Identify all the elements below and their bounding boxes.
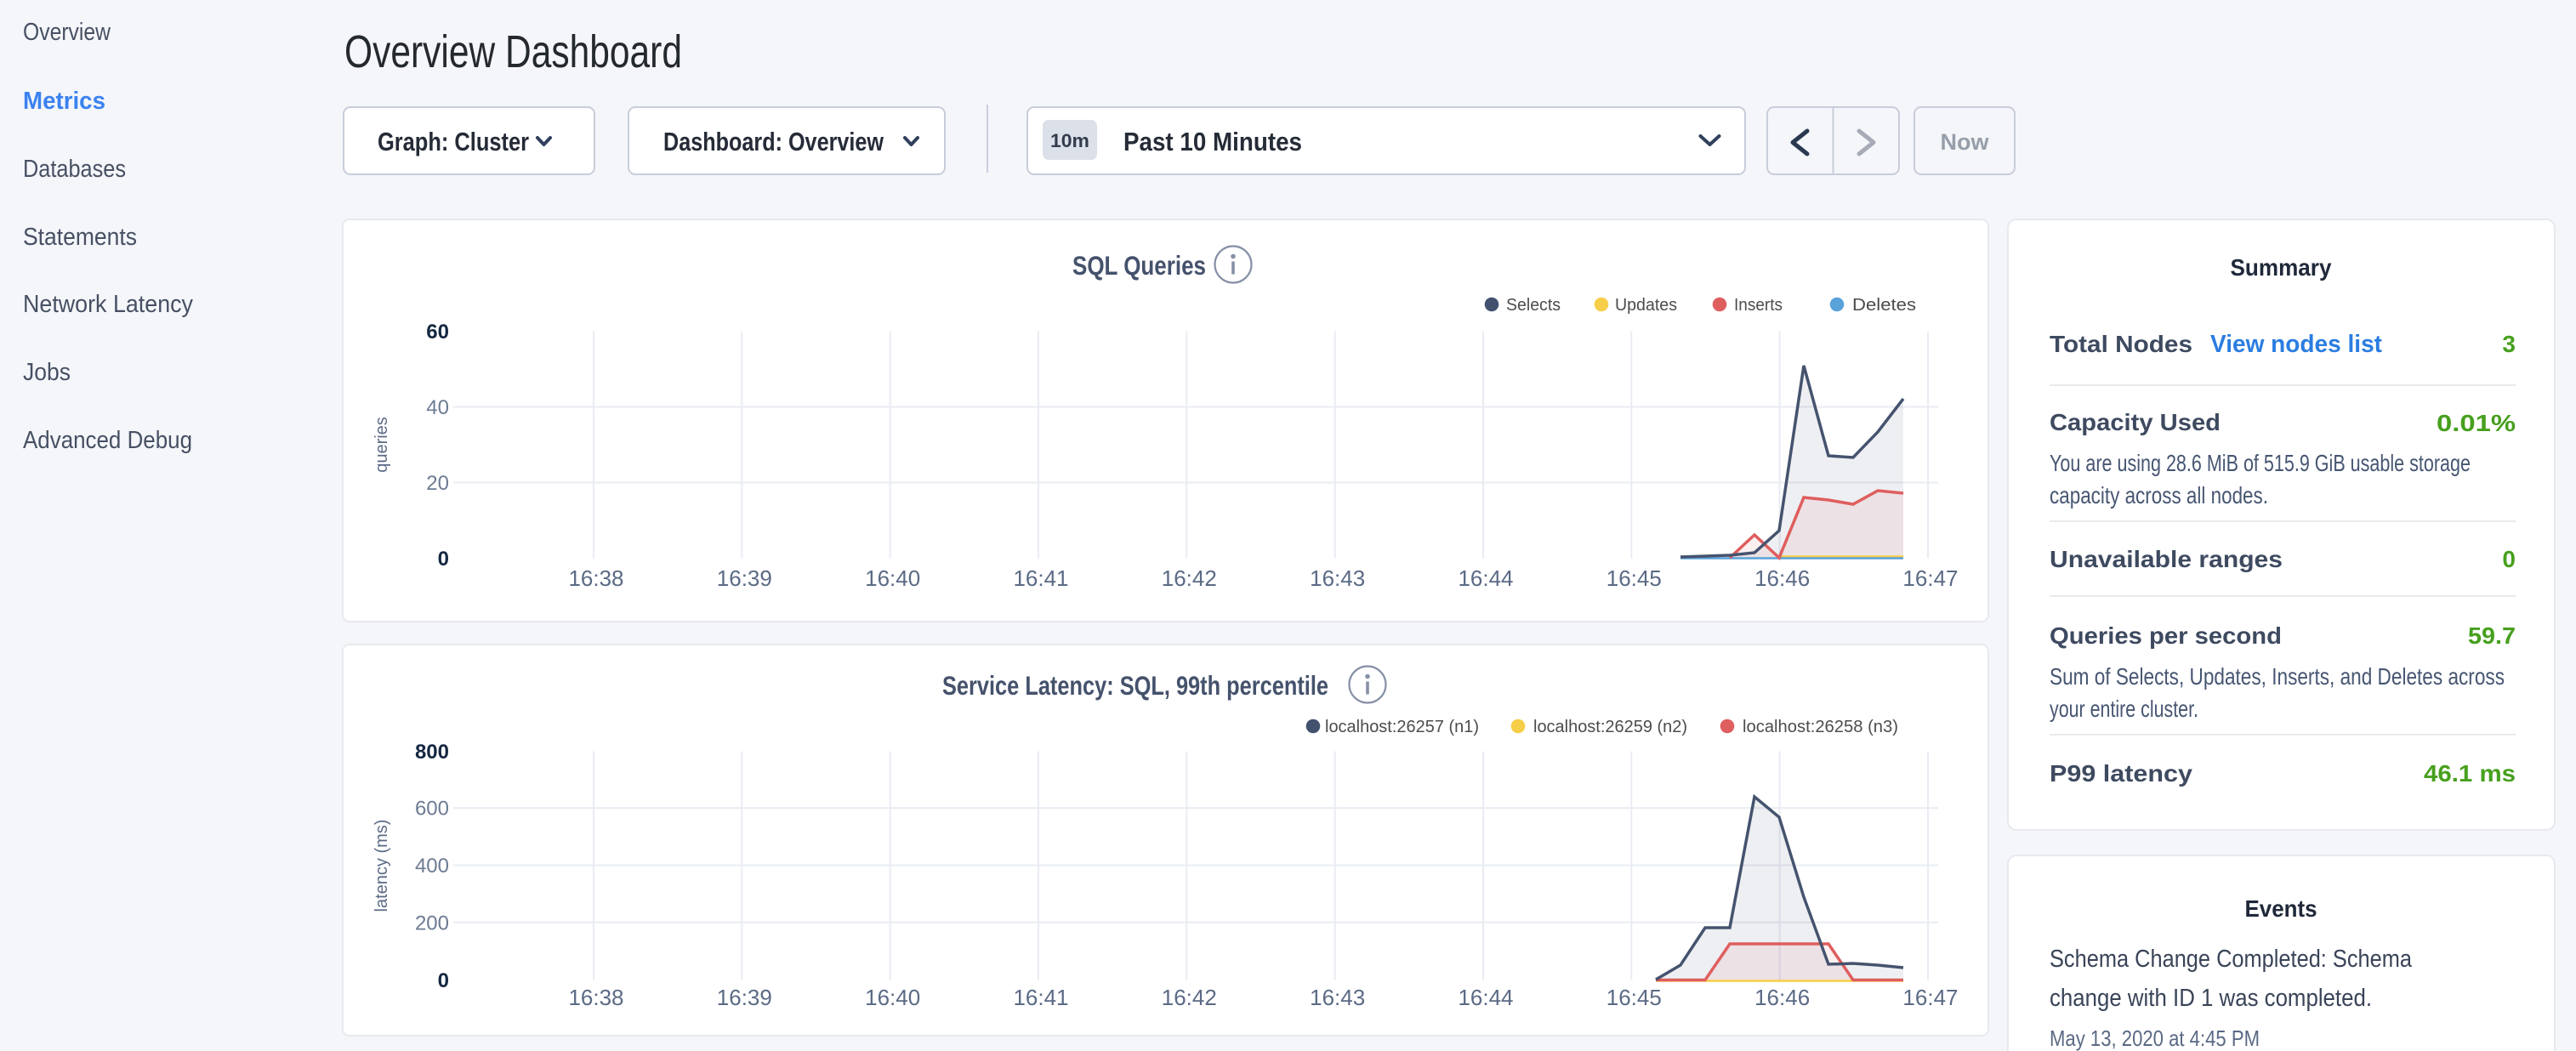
svg-text:16:45: 16:45: [1606, 565, 1662, 591]
svg-text:16:41: 16:41: [1013, 985, 1068, 1010]
svg-text:16:47: 16:47: [1902, 985, 1958, 1010]
svg-text:capacity across all nodes.: capacity across all nodes.: [2050, 482, 2268, 508]
svg-text:Deletes: Deletes: [1852, 296, 1916, 315]
svg-text:10m: 10m: [1050, 130, 1089, 151]
svg-text:16:46: 16:46: [1754, 565, 1810, 591]
svg-text:16:41: 16:41: [1013, 565, 1068, 591]
svg-text:SQL Queries: SQL Queries: [1072, 250, 1206, 281]
svg-text:16:43: 16:43: [1310, 565, 1365, 591]
svg-text:0: 0: [438, 548, 449, 571]
svg-text:Metrics: Metrics: [23, 88, 105, 115]
svg-text:16:44: 16:44: [1458, 565, 1513, 591]
svg-text:Selects: Selects: [1506, 296, 1561, 315]
svg-text:800: 800: [415, 741, 449, 764]
svg-text:Sum of Selects, Updates, Inser: Sum of Selects, Updates, Inserts, and De…: [2050, 663, 2505, 690]
svg-text:600: 600: [415, 798, 449, 821]
svg-text:0: 0: [2502, 546, 2516, 572]
svg-text:change with ID 1 was completed: change with ID 1 was completed.: [2050, 985, 2372, 1012]
svg-text:46.1 ms: 46.1 ms: [2424, 760, 2516, 787]
svg-text:Unavailable ranges: Unavailable ranges: [2050, 546, 2283, 572]
svg-text:Now: Now: [1941, 129, 1990, 155]
svg-text:0: 0: [438, 969, 449, 992]
svg-text:400: 400: [415, 855, 449, 878]
svg-text:Jobs: Jobs: [23, 359, 71, 386]
svg-text:16:42: 16:42: [1162, 565, 1217, 591]
svg-text:200: 200: [415, 912, 449, 935]
svg-text:Dashboard: Overview: Dashboard: Overview: [663, 127, 884, 156]
svg-text:localhost:26258 (n3): localhost:26258 (n3): [1743, 718, 1898, 736]
svg-text:16:38: 16:38: [568, 565, 623, 591]
svg-text:16:39: 16:39: [717, 565, 772, 591]
svg-text:Overview: Overview: [23, 19, 111, 46]
svg-text:Statements: Statements: [23, 224, 137, 251]
svg-text:16:47: 16:47: [1902, 565, 1958, 591]
svg-text:16:45: 16:45: [1606, 985, 1662, 1010]
svg-text:16:40: 16:40: [865, 565, 920, 591]
svg-text:40: 40: [426, 396, 449, 419]
svg-text:P99 latency: P99 latency: [2050, 760, 2192, 787]
svg-text:Graph: Cluster: Graph: Cluster: [378, 127, 529, 156]
svg-text:20: 20: [426, 472, 449, 495]
svg-text:Summary: Summary: [2231, 254, 2332, 281]
svg-text:View nodes list: View nodes list: [2210, 331, 2382, 358]
svg-text:Advanced Debug: Advanced Debug: [23, 427, 192, 454]
svg-text:Updates: Updates: [1615, 296, 1677, 315]
svg-text:16:42: 16:42: [1162, 985, 1217, 1010]
svg-text:Past 10 Minutes: Past 10 Minutes: [1123, 127, 1302, 156]
svg-text:Events: Events: [2245, 895, 2317, 922]
svg-text:59.7: 59.7: [2468, 622, 2516, 649]
svg-text:localhost:26257 (n1): localhost:26257 (n1): [1325, 718, 1479, 736]
svg-text:0.01%: 0.01%: [2437, 410, 2516, 436]
svg-text:Service Latency: SQL, 99th per: Service Latency: SQL, 99th percentile: [942, 670, 1328, 701]
svg-text:16:40: 16:40: [865, 985, 920, 1010]
svg-text:localhost:26259 (n2): localhost:26259 (n2): [1533, 718, 1687, 736]
svg-text:Queries per second: Queries per second: [2050, 622, 2282, 649]
svg-text:16:44: 16:44: [1458, 985, 1513, 1010]
svg-text:Inserts: Inserts: [1734, 296, 1783, 315]
svg-text:16:46: 16:46: [1754, 985, 1810, 1010]
svg-text:60: 60: [426, 321, 449, 344]
svg-text:Capacity Used: Capacity Used: [2050, 409, 2221, 435]
svg-text:Overview Dashboard: Overview Dashboard: [344, 26, 682, 77]
svg-text:3: 3: [2502, 331, 2516, 357]
svg-text:Databases: Databases: [23, 156, 126, 183]
svg-text:Network Latency: Network Latency: [23, 291, 193, 318]
svg-text:your entire cluster.: your entire cluster.: [2050, 696, 2198, 722]
svg-text:16:38: 16:38: [568, 985, 623, 1010]
svg-text:latency (ms): latency (ms): [372, 820, 391, 912]
svg-text:Schema Change Completed: Schem: Schema Change Completed: Schema: [2050, 946, 2413, 973]
svg-text:queries: queries: [372, 417, 391, 473]
svg-text:Total Nodes: Total Nodes: [2050, 331, 2192, 357]
svg-text:May 13, 2020 at 4:45 PM: May 13, 2020 at 4:45 PM: [2050, 1025, 2260, 1051]
svg-text:16:39: 16:39: [717, 985, 772, 1010]
svg-text:16:43: 16:43: [1310, 985, 1365, 1010]
svg-text:You are using 28.6 MiB of 515.: You are using 28.6 MiB of 515.9 GiB usab…: [2050, 450, 2471, 476]
